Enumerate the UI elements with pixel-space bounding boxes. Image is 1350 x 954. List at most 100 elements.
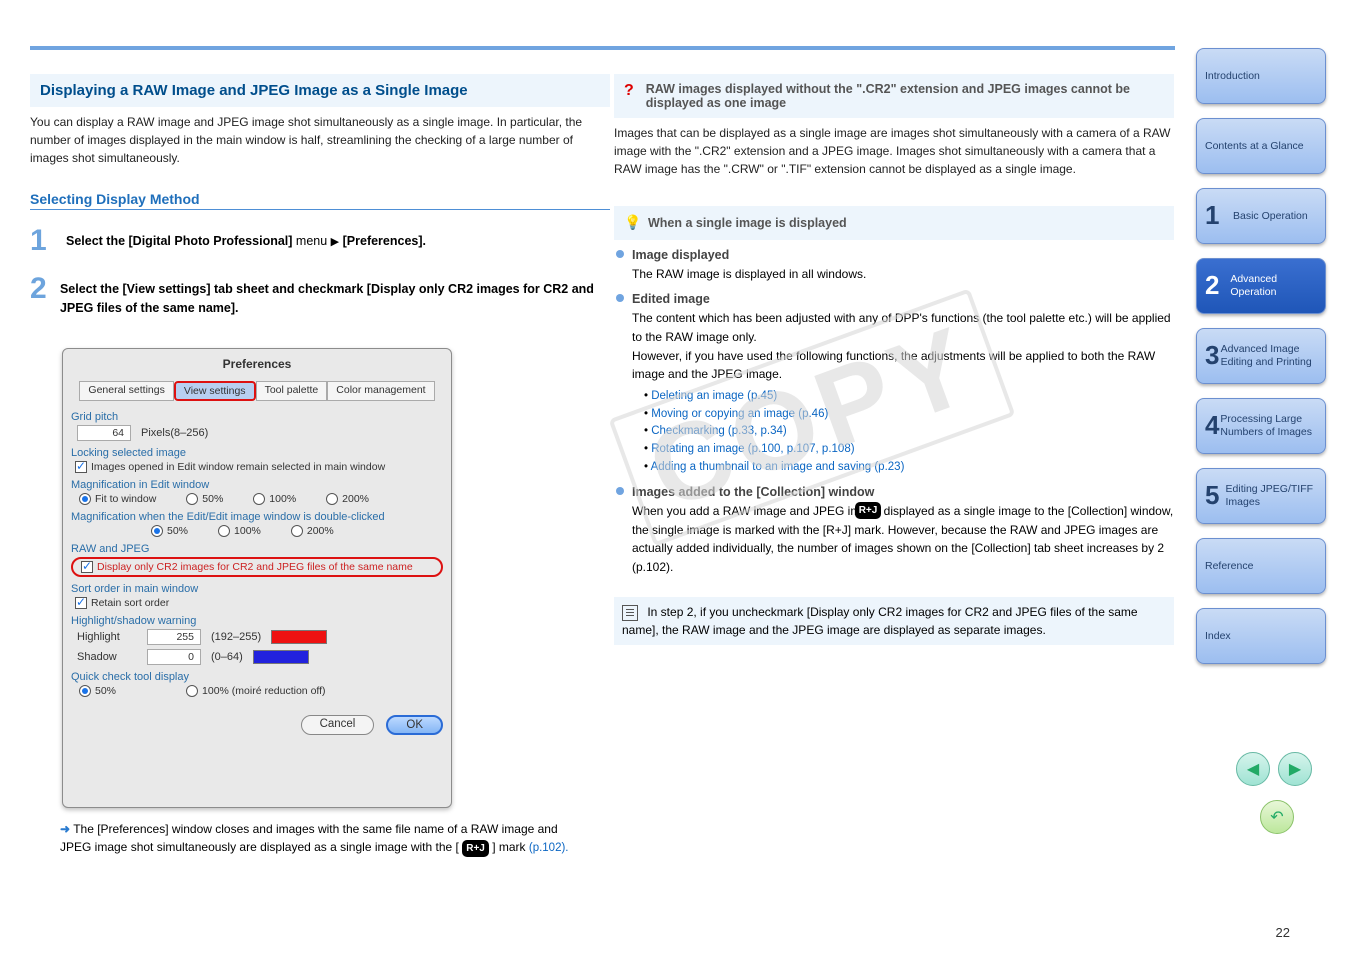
radio2-50[interactable] (151, 525, 163, 537)
question-icon: ? (624, 82, 634, 100)
tab-general[interactable]: General settings (79, 381, 173, 401)
step-1-text: Select the [Digital Photo Professional] … (66, 224, 426, 258)
tip-2: Edited image The content which has been … (632, 290, 1174, 477)
rj-badge-inline: R+J (462, 840, 489, 857)
radio2-100-label: 100% (234, 525, 261, 537)
quick-label: Quick check tool display (71, 671, 443, 683)
tip-title: When a single image is displayed (648, 216, 847, 230)
subsection-title-text: Selecting Display Method (30, 191, 200, 207)
left-column: Displaying a RAW Image and JPEG Image as… (30, 74, 610, 318)
grid-pitch-input[interactable]: 64 (77, 425, 131, 441)
question-body: Images that can be displayed as a single… (614, 124, 1174, 178)
cancel-button[interactable]: Cancel (301, 715, 375, 735)
nav-ch5-num: 5 (1205, 480, 1226, 511)
question-banner: ? RAW images displayed without the ".CR2… (614, 74, 1174, 118)
hl-color[interactable] (271, 630, 327, 644)
sh-input[interactable]: 0 (147, 649, 201, 665)
locking-label: Locking selected image (71, 447, 443, 459)
pager: ◀ ▶ (1236, 752, 1312, 786)
note-text: In step 2, if you uncheckmark [Display o… (622, 605, 1138, 637)
nav-ref-label: Reference (1205, 560, 1253, 573)
dialog-tabs: General settings View settings Tool pale… (71, 381, 443, 401)
radio-50-label: 50% (202, 493, 223, 505)
tab-view-settings[interactable]: View settings (174, 381, 256, 401)
raw-jpeg-checkbox[interactable] (81, 561, 93, 573)
tab-tool-palette[interactable]: Tool palette (256, 381, 328, 401)
hls-label: Highlight/shadow warning (71, 615, 443, 627)
tip-banner: When a single image is displayed (614, 206, 1174, 240)
radio-100[interactable] (253, 493, 265, 505)
tip-1-title: Image displayed (632, 248, 729, 262)
nav-ch3[interactable]: 3 Advanced Image Editing and Printing (1196, 328, 1326, 384)
radio2-200[interactable] (291, 525, 303, 537)
ok-button[interactable]: OK (386, 715, 443, 735)
nav-ch4-label: Processing Large Numbers of Images (1220, 413, 1317, 438)
tab-color-mgmt[interactable]: Color management (327, 381, 434, 401)
mag2-radios: 50% 100% 200% (151, 525, 443, 537)
tip2-sub1[interactable]: Moving or copying an image (p.46) (651, 408, 828, 420)
radio-50[interactable] (186, 493, 198, 505)
radio-fit[interactable] (79, 493, 91, 505)
radio2-50-label: 50% (167, 525, 188, 537)
radio-100-label: 100% (269, 493, 296, 505)
tip2-sub3[interactable]: Rotating an image (p.100, p.107, p.108) (651, 443, 854, 455)
raw-jpeg-label: RAW and JPEG (71, 543, 443, 555)
quick-50-label: 50% (95, 685, 116, 697)
lightbulb-icon (624, 214, 642, 232)
return-button[interactable]: ↶ (1260, 800, 1294, 834)
intro-text: You can display a RAW image and JPEG ima… (30, 113, 610, 167)
note-box: In step 2, if you uncheckmark [Display o… (614, 597, 1174, 645)
lock-checkbox[interactable] (75, 461, 87, 473)
tip2-sub0[interactable]: Deleting an image (p.45) (651, 390, 777, 402)
nav-ch2[interactable]: 2 Advanced Operation (1196, 258, 1326, 314)
nav-ch1-num: 1 (1205, 200, 1233, 231)
radio-fit-label: Fit to window (95, 493, 156, 505)
nav-ch5[interactable]: 5 Editing JPEG/TIFF Images (1196, 468, 1326, 524)
tip-3-body: When you add a RAW image and JPEG image … (632, 504, 1173, 574)
page-link-102a[interactable]: (p.102). (529, 842, 569, 854)
tip-bullets: Image displayed The RAW image is display… (614, 246, 1174, 577)
sort-checkbox-text: Retain sort order (91, 597, 169, 609)
nav-ch5-label: Editing JPEG/TIFF Images (1226, 483, 1317, 508)
step1-pref: [Preferences]. (343, 234, 426, 248)
nav-contents[interactable]: Contents at a Glance (1196, 118, 1326, 174)
nav-reference[interactable]: Reference (1196, 538, 1326, 594)
sh-range: (0–64) (211, 651, 243, 663)
nav-ch4-num: 4 (1205, 410, 1220, 441)
back-button-wrap: ↶ (1260, 800, 1294, 834)
tip2-sub4[interactable]: Adding a thumbnail to an image and savin… (651, 461, 905, 473)
radio2-100[interactable] (218, 525, 230, 537)
nav-ch1-label: Basic Operation (1233, 210, 1308, 223)
nav-ch1[interactable]: 1 Basic Operation (1196, 188, 1326, 244)
nav-index[interactable]: Index (1196, 608, 1326, 664)
nav-ch3-num: 3 (1205, 340, 1221, 371)
nav-ch2-num: 2 (1205, 270, 1230, 301)
tip2-sub2[interactable]: Checkmarking (p.33, p.34) (651, 425, 787, 437)
grid-pitch-label: Grid pitch (71, 411, 443, 423)
brand-bar (30, 46, 1175, 50)
radio-200[interactable] (326, 493, 338, 505)
note-icon (622, 605, 638, 621)
sort-checkbox[interactable] (75, 597, 87, 609)
result-note: ➜ The [Preferences] window closes and im… (60, 820, 590, 857)
step-1: 1 Select the [Digital Photo Professional… (30, 224, 610, 258)
sh-color[interactable] (253, 650, 309, 664)
quick-100[interactable] (186, 685, 198, 697)
radio2-200-label: 200% (307, 525, 334, 537)
raw-jpeg-highlight: Display only CR2 images for CR2 and JPEG… (71, 557, 443, 577)
radio-200-label: 200% (342, 493, 369, 505)
result-note-post: ] mark (492, 840, 529, 854)
nav-introduction[interactable]: Introduction (1196, 48, 1326, 104)
step-1-num: 1 (30, 224, 56, 258)
nav-index-label: Index (1205, 630, 1231, 643)
next-page-button[interactable]: ▶ (1278, 752, 1312, 786)
prev-page-button[interactable]: ◀ (1236, 752, 1270, 786)
question-title: RAW images displayed without the ".CR2" … (646, 82, 1164, 110)
quick-50[interactable] (79, 685, 91, 697)
subsection-title: Selecting Display Method (30, 191, 610, 210)
lock-checkbox-text: Images opened in Edit window remain sele… (91, 461, 385, 473)
hl-input[interactable]: 255 (147, 629, 201, 645)
tip-2-text: The content which has been adjusted with… (632, 311, 1171, 381)
tip-2-title: Edited image (632, 292, 710, 306)
nav-ch4[interactable]: 4 Processing Large Numbers of Images (1196, 398, 1326, 454)
